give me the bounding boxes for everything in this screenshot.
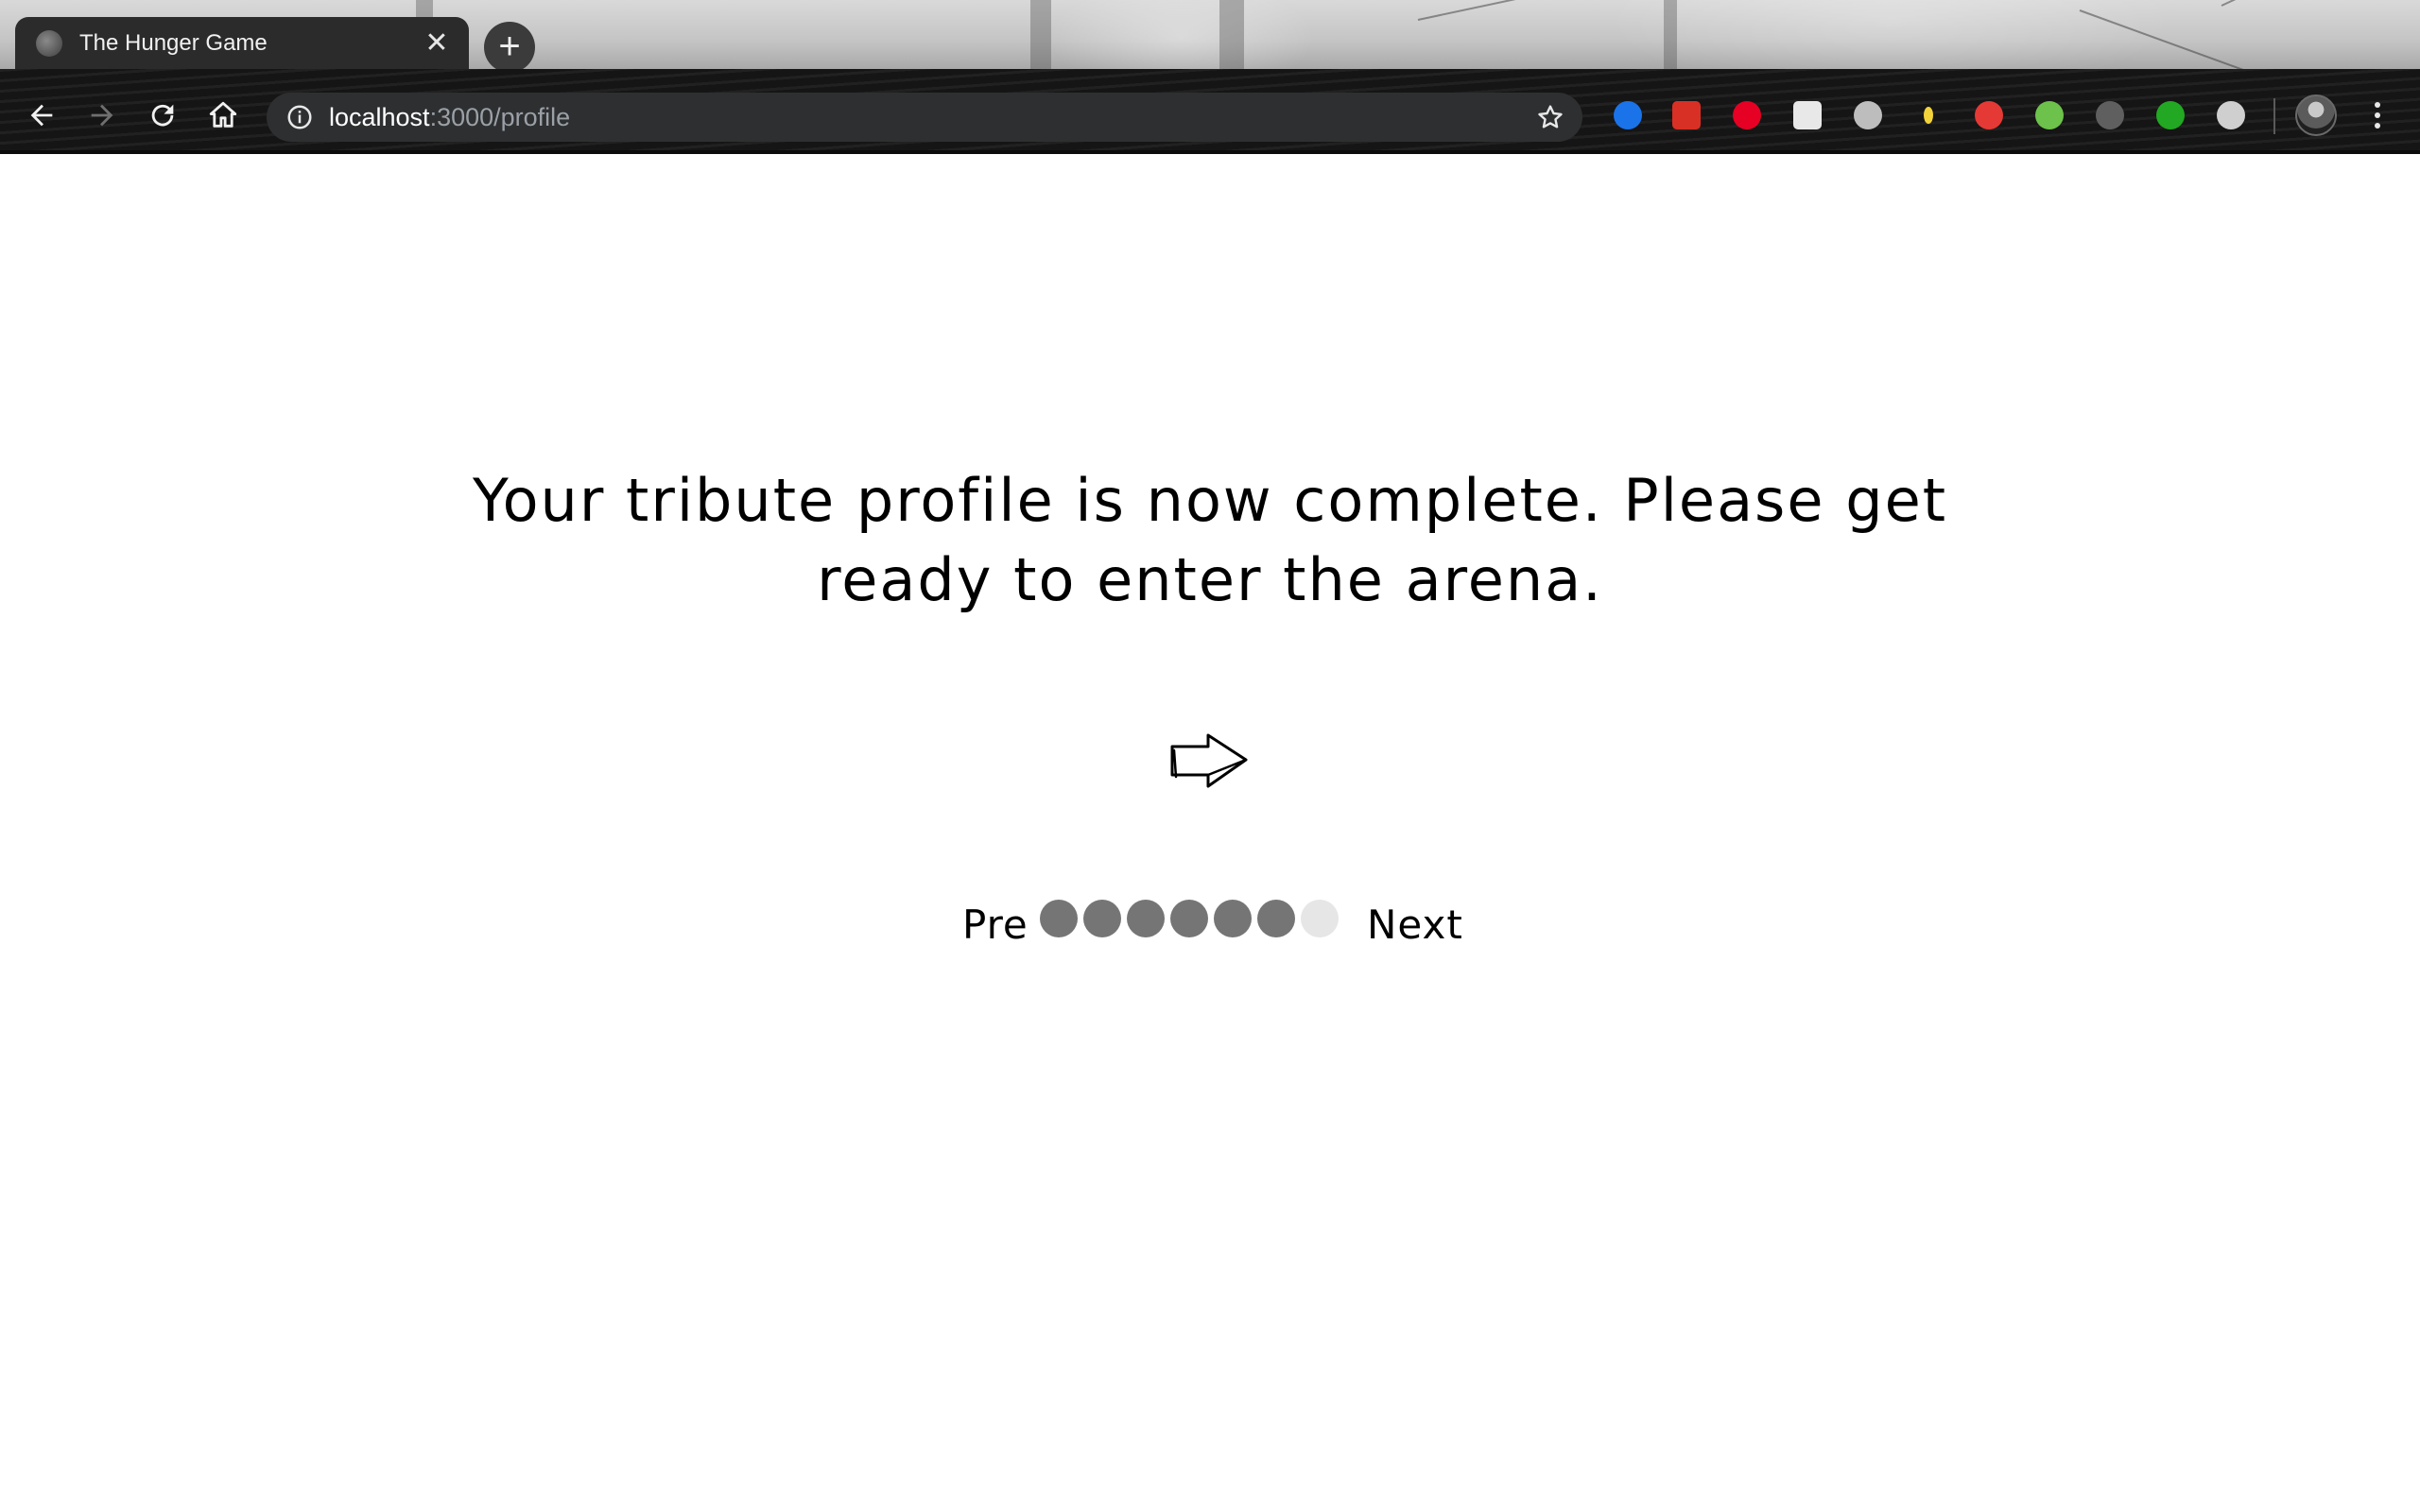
background-branch	[2221, 0, 2394, 7]
home-icon	[209, 101, 237, 128]
menu-dot-icon	[2375, 123, 2380, 129]
new-tab-button[interactable]: +	[484, 22, 535, 69]
background-branch	[2079, 9, 2400, 69]
step-dot[interactable]	[1040, 900, 1078, 937]
plus-icon: +	[498, 26, 521, 67]
museum-extension-icon[interactable]	[1611, 98, 1645, 132]
nodejs-icon[interactable]	[2032, 98, 2066, 132]
tab-title: The Hunger Game	[79, 29, 268, 56]
hand-stop-icon[interactable]	[1972, 98, 2006, 132]
page-favicon-icon	[36, 29, 62, 57]
step-dot[interactable]	[1127, 900, 1165, 937]
gauge-icon[interactable]	[2093, 98, 2127, 132]
step-dot[interactable]	[1083, 900, 1121, 937]
background-tree	[1030, 0, 1051, 69]
next-button[interactable]: Next	[1367, 902, 1463, 948]
back-button[interactable]	[19, 93, 64, 138]
info-icon[interactable]	[285, 103, 314, 131]
camera-icon[interactable]	[1851, 98, 1885, 132]
step-dot[interactable]	[1257, 900, 1295, 937]
background-branch	[1417, 0, 1696, 21]
back-arrow-icon	[30, 104, 53, 127]
toolbar-divider	[2273, 98, 2275, 134]
forward-arrow-icon	[91, 104, 113, 127]
pinterest-icon[interactable]	[1730, 98, 1764, 132]
lens-icon[interactable]	[2214, 98, 2248, 132]
reload-button[interactable]	[140, 93, 185, 138]
menu-dot-icon	[2375, 112, 2380, 118]
address-bar[interactable]: localhost:3000/profile	[267, 93, 1582, 142]
home-button[interactable]	[200, 93, 246, 138]
tab-strip: The Hunger Game ✕ +	[0, 0, 2420, 69]
lightbulb-icon[interactable]	[1911, 98, 1945, 132]
next-arrow-icon[interactable]	[1167, 728, 1252, 794]
pre-button[interactable]: Pre	[962, 902, 1028, 948]
close-tab-icon[interactable]: ✕	[422, 28, 452, 58]
menu-dot-icon	[2375, 102, 2380, 108]
book-extension-icon[interactable]	[1669, 98, 1703, 132]
pocket-icon[interactable]	[1790, 98, 1824, 132]
completion-message: Your tribute profile is now complete. Pl…	[472, 466, 1948, 614]
url-text[interactable]: localhost:3000/profile	[329, 93, 570, 142]
step-dot[interactable]	[1301, 900, 1339, 937]
url-path: :3000/profile	[429, 103, 571, 131]
step-dot[interactable]	[1214, 900, 1252, 937]
url-host: localhost	[329, 103, 430, 131]
step-dot[interactable]	[1170, 900, 1208, 937]
shield-icon[interactable]	[2153, 98, 2187, 132]
profile-avatar[interactable]	[2295, 94, 2337, 136]
bookmark-star-icon[interactable]	[1535, 102, 1565, 132]
background-tree	[1664, 0, 1677, 69]
browser-tab[interactable]: The Hunger Game ✕	[15, 17, 469, 69]
background-tree	[1219, 0, 1244, 69]
pagination: Pre Next	[0, 900, 2420, 956]
forward-button[interactable]	[79, 93, 125, 138]
menu-button[interactable]	[2363, 98, 2392, 132]
reload-icon	[151, 104, 174, 127]
